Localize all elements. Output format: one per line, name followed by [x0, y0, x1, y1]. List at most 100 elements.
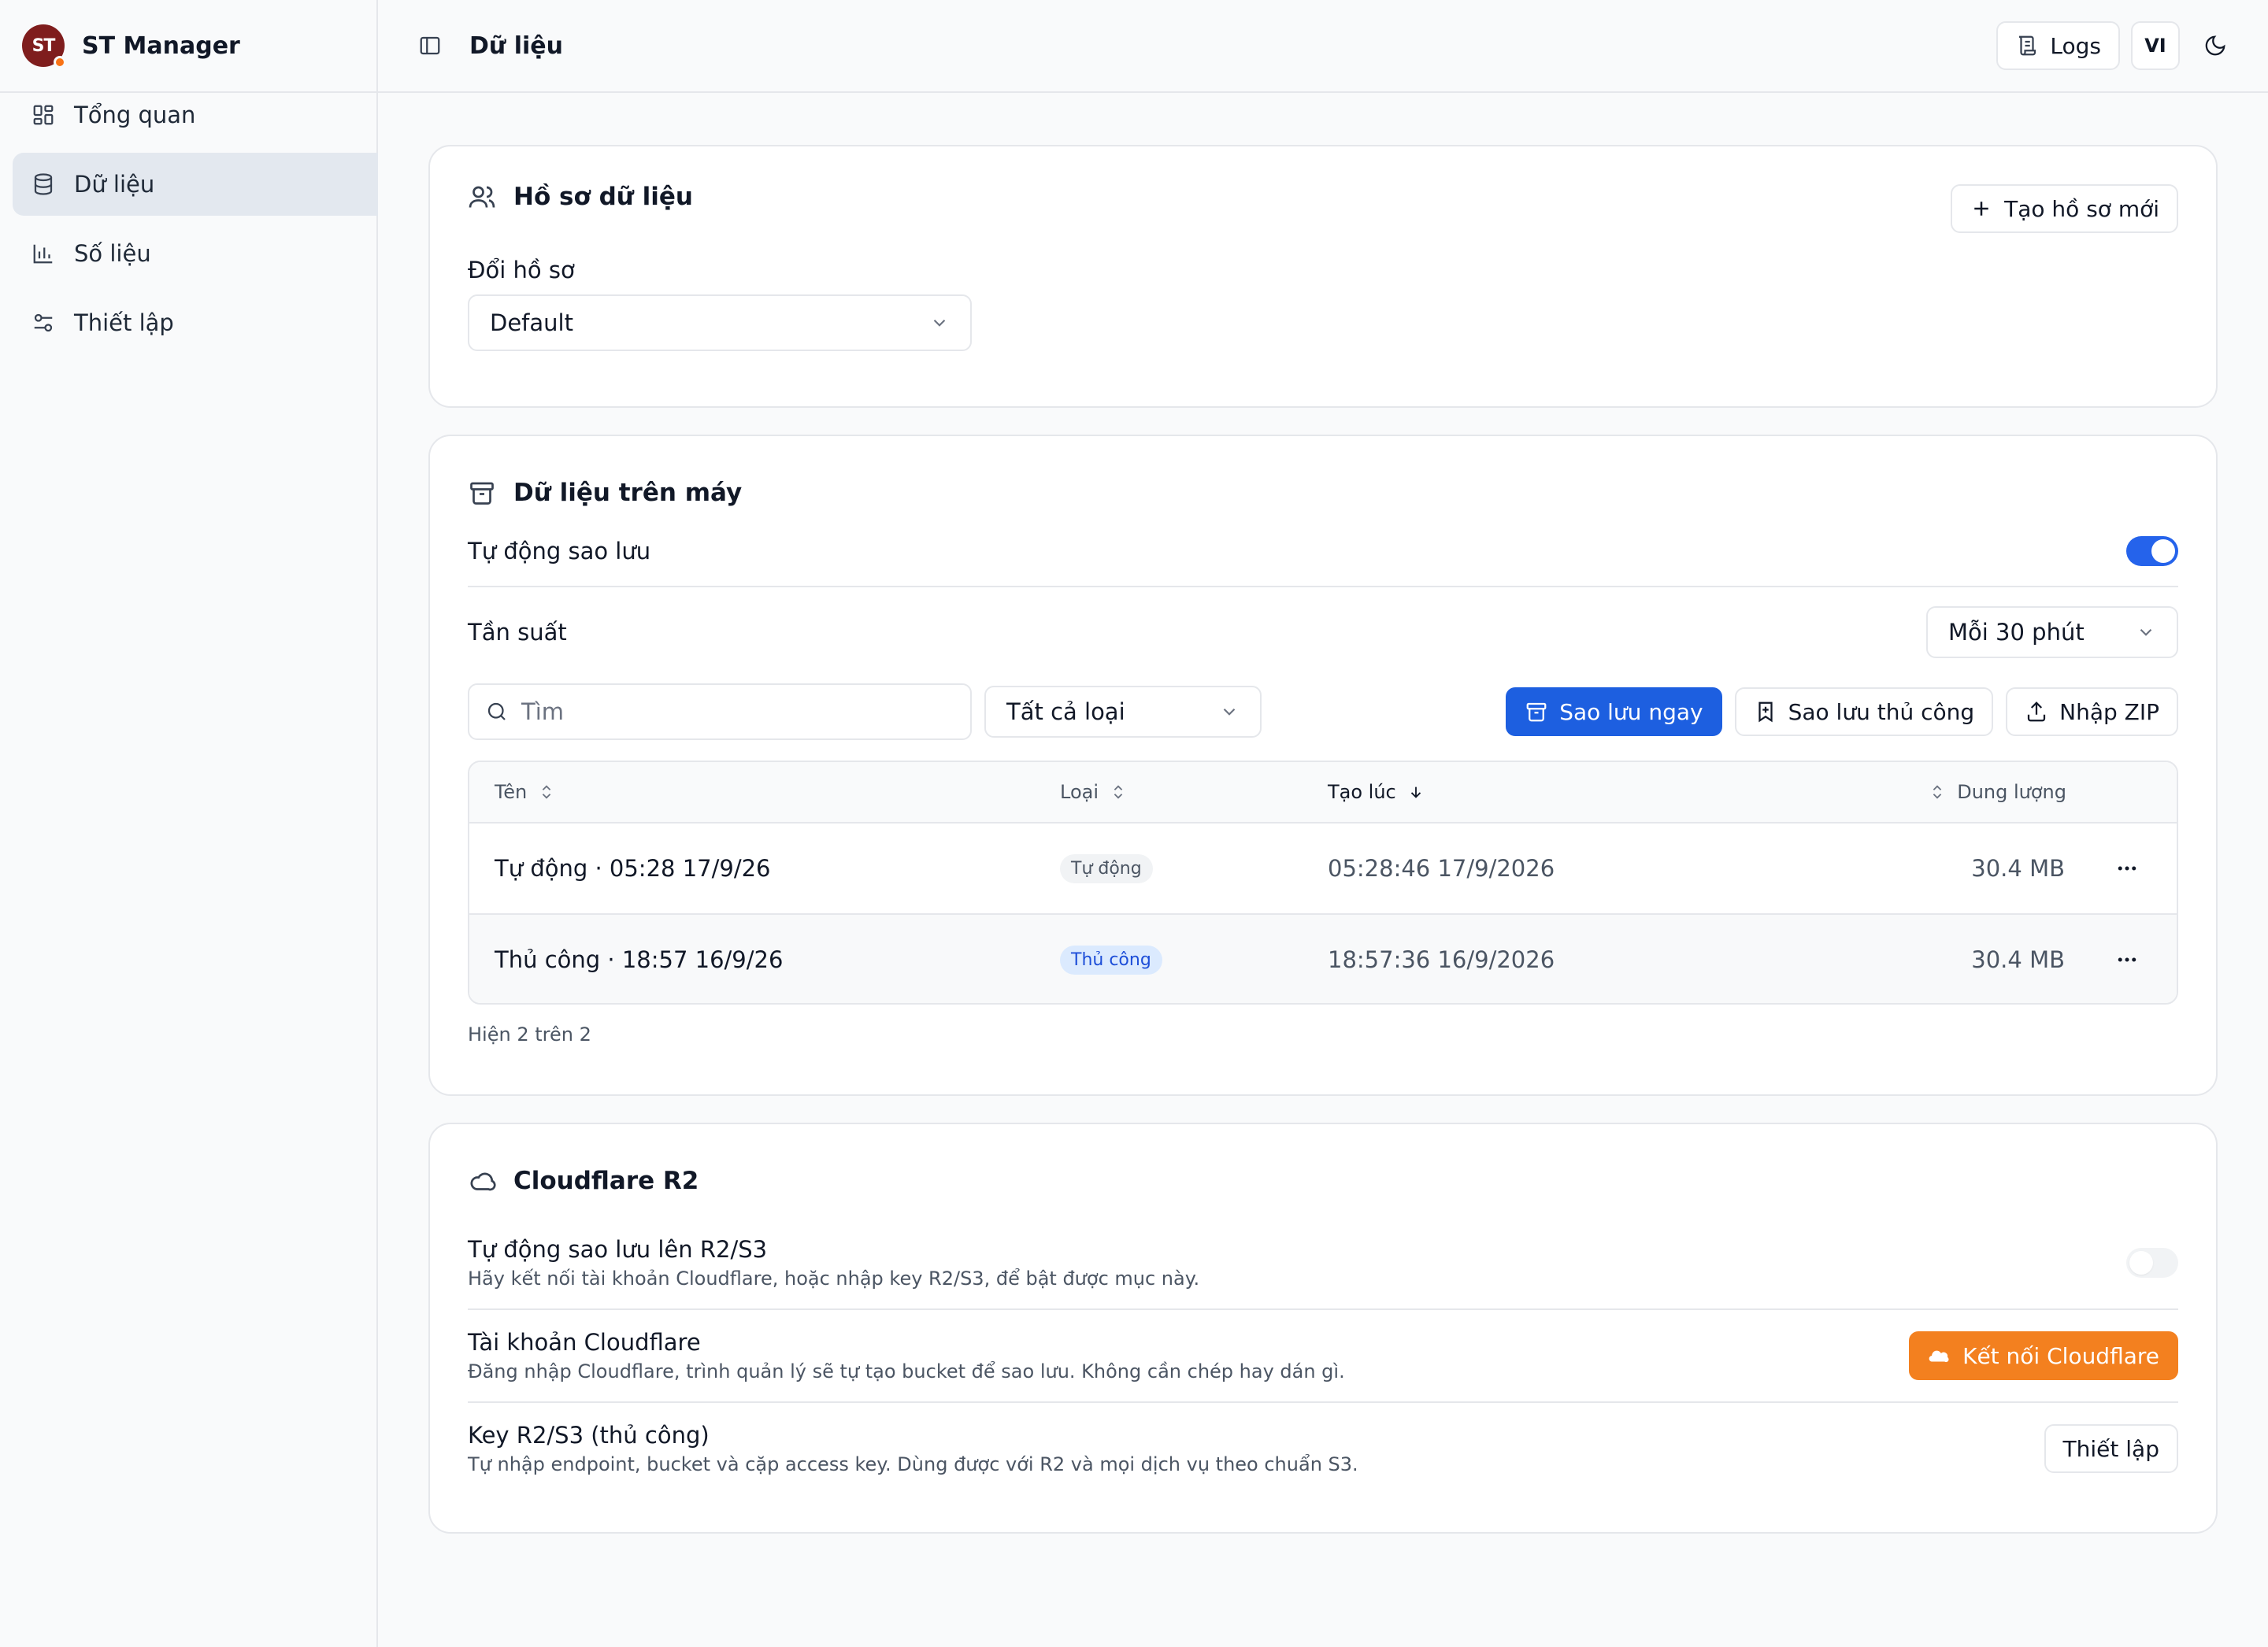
auto-backup-switch[interactable]: [2126, 536, 2178, 566]
logs-button[interactable]: Logs: [1996, 21, 2120, 70]
main-area: Dữ liệu Logs VI Hồ sơ dữ liệu Tạo hồ sơ …: [378, 0, 2268, 1647]
table-footer: Hiện 2 trên 2: [468, 1023, 591, 1046]
row-created: 05:28:46 17/9/2026: [1328, 855, 1555, 882]
more-horizontal-icon: [2118, 957, 2136, 962]
row-size: 30.4 MB: [1971, 946, 2065, 973]
arrow-down-icon: [1410, 786, 1421, 798]
cloudflare-account-title: Tài khoản Cloudflare: [468, 1329, 701, 1356]
sidebar-toggle-button[interactable]: [406, 22, 454, 69]
local-data-card: Dữ liệu trên máy Tự động sao lưu Tần suấ…: [428, 435, 2218, 1096]
row-menu-button[interactable]: [2115, 915, 2139, 1003]
row-name: Thủ công · 18:57 16/9/26: [495, 946, 784, 973]
archive-icon: [470, 482, 494, 505]
type-filter-select[interactable]: Tất cả loại: [984, 686, 1262, 738]
sort-icon: [543, 785, 551, 799]
column-name-label: Tên: [495, 781, 528, 803]
search-icon: [487, 702, 506, 720]
app-logo: ST: [22, 24, 66, 68]
r2-card: Cloudflare R2 Tự động sao lưu lên R2/S3 …: [428, 1123, 2218, 1534]
sidebar-item-label: Số liệu: [74, 240, 151, 267]
r2-auto-title: Tự động sao lưu lên R2/S3: [468, 1236, 768, 1263]
frequency-select[interactable]: Mỗi 30 phút: [1926, 606, 2178, 658]
column-created[interactable]: Tạo lúc: [1328, 781, 1425, 803]
sidebar: ST ST Manager Tổng quan Dữ liệu Số liệu …: [0, 0, 2255, 1647]
column-created-label: Tạo lúc: [1328, 781, 1396, 803]
setup-key-label: Thiết lập: [2062, 1435, 2159, 1462]
backup-now-label: Sao lưu ngay: [1559, 698, 1703, 725]
profile-card-title: Hồ sơ dữ liệu: [468, 183, 693, 211]
logo-text: ST: [32, 35, 56, 56]
language-label: VI: [2144, 35, 2166, 57]
backup-table: Tên Loại Tạo lúc Dung lượng Tự động · 05…: [468, 761, 2178, 1005]
manual-backup-button[interactable]: Sao lưu thủ công: [1734, 687, 1994, 736]
table-header: Tên Loại Tạo lúc Dung lượng: [469, 762, 2177, 824]
profile-card: Hồ sơ dữ liệu Tạo hồ sơ mới Đổi hồ sơ De…: [428, 145, 2218, 408]
language-button[interactable]: VI: [2131, 21, 2180, 70]
sliders-icon: [34, 313, 53, 332]
switch-profile-label: Đổi hồ sơ: [468, 257, 575, 283]
connect-cloudflare-label: Kết nối Cloudflare: [1962, 1342, 2159, 1369]
frequency-label: Tần suất: [468, 619, 567, 646]
content: Hồ sơ dữ liệu Tạo hồ sơ mới Đổi hồ sơ De…: [428, 145, 2218, 1560]
manual-key-title: Key R2/S3 (thủ công): [468, 1422, 710, 1449]
sort-icon: [1114, 785, 1123, 799]
panel-left-icon: [420, 36, 440, 55]
column-size[interactable]: Dung lượng: [1929, 781, 2066, 803]
manual-key-desc: Tự nhập endpoint, bucket và cặp access k…: [468, 1453, 1358, 1475]
chevron-down-icon: [933, 319, 946, 327]
sidebar-item-label: Tổng quan: [74, 102, 196, 128]
users-icon: [469, 186, 495, 208]
new-profile-label: Tạo hồ sơ mới: [2004, 195, 2159, 222]
topbar: Dữ liệu Logs VI: [378, 0, 2268, 93]
import-zip-label: Nhập ZIP: [2059, 698, 2159, 725]
more-horizontal-icon: [2118, 866, 2136, 871]
connect-cloudflare-button[interactable]: Kết nối Cloudflare: [1909, 1331, 2178, 1380]
sidebar-item-label: Dữ liệu: [74, 171, 155, 198]
profile-title-text: Hồ sơ dữ liệu: [513, 183, 693, 211]
bar-chart-icon: [33, 244, 53, 264]
profile-select-value: Default: [490, 309, 573, 336]
archive-icon: [1526, 702, 1547, 722]
cloudflare-icon: [1929, 1350, 1949, 1363]
column-name[interactable]: Tên: [495, 781, 555, 803]
bookmark-plus-icon: [1758, 701, 1773, 723]
dashboard-icon: [33, 105, 54, 125]
new-profile-button[interactable]: Tạo hồ sơ mới: [1951, 184, 2178, 233]
profile-select[interactable]: Default: [468, 294, 972, 351]
row-menu-button[interactable]: [2115, 824, 2139, 913]
row-created: 18:57:36 16/9/2026: [1328, 946, 1555, 973]
status-dot: [54, 56, 66, 68]
table-row[interactable]: Tự động · 05:28 17/9/26 Tự động 05:28:46…: [469, 824, 2177, 913]
chevron-down-icon: [1223, 708, 1236, 716]
row-name: Tự động · 05:28 17/9/26: [495, 855, 771, 882]
sidebar-item-label: Thiết lập: [74, 309, 174, 336]
r2-card-title: Cloudflare R2: [468, 1167, 2178, 1195]
app-name: ST Manager: [82, 31, 240, 60]
type-badge: Tự động: [1060, 853, 1153, 883]
theme-toggle-button[interactable]: [2191, 21, 2240, 70]
row-size: 30.4 MB: [1971, 855, 2065, 882]
database-icon: [34, 173, 53, 195]
brand[interactable]: ST ST Manager: [0, 0, 376, 93]
manual-backup-label: Sao lưu thủ công: [1788, 698, 1975, 725]
table-row[interactable]: Thủ công · 18:57 16/9/26 Thủ công 18:57:…: [469, 913, 2177, 1003]
r2-title-text: Cloudflare R2: [513, 1167, 699, 1195]
setup-key-button[interactable]: Thiết lập: [2044, 1424, 2178, 1473]
local-card-title: Dữ liệu trên máy: [468, 479, 2178, 507]
cloudflare-account-desc: Đăng nhập Cloudflare, trình quản lý sẽ t…: [468, 1360, 1345, 1382]
import-zip-button[interactable]: Nhập ZIP: [2006, 687, 2178, 736]
logs-label: Logs: [2050, 32, 2101, 59]
chevron-down-icon: [2140, 628, 2152, 636]
column-size-label: Dung lượng: [1957, 781, 2066, 803]
search-input[interactable]: Tìm: [468, 683, 972, 740]
column-type[interactable]: Loại: [1060, 781, 1127, 803]
cloud-icon: [470, 1172, 496, 1191]
search-placeholder: Tìm: [521, 698, 565, 725]
scroll-icon: [2019, 35, 2036, 56]
backup-now-button[interactable]: Sao lưu ngay: [1506, 687, 1722, 736]
column-type-label: Loại: [1060, 781, 1099, 803]
page-title: Dữ liệu: [469, 31, 563, 60]
auto-backup-label: Tự động sao lưu: [468, 538, 651, 564]
r2-auto-switch[interactable]: [2126, 1248, 2178, 1278]
r2-auto-desc: Hãy kết nối tài khoản Cloudflare, hoặc n…: [468, 1268, 1200, 1290]
